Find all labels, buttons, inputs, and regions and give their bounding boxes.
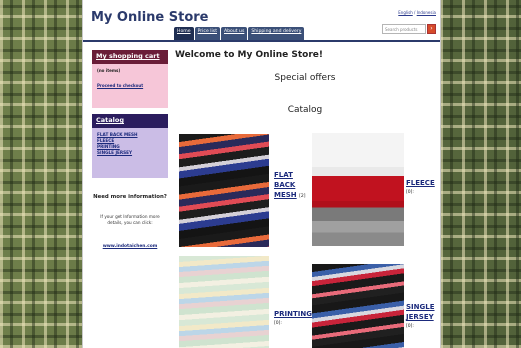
welcome-heading: Welcome to My Online Store!: [175, 50, 323, 60]
tab-home[interactable]: Home: [174, 27, 194, 40]
search-input[interactable]: Search products: [382, 24, 426, 34]
search-button[interactable]: ›: [427, 24, 436, 34]
tab-price-list[interactable]: Price list: [194, 27, 220, 40]
special-offers-heading: Special offers: [274, 73, 336, 83]
info-text: If your get Information more details, yo…: [100, 214, 160, 225]
tab-shipping[interactable]: Shipping and delivery: [248, 27, 305, 40]
store-title[interactable]: My Online Store: [91, 10, 209, 25]
shopping-cart-body: (no items) Proceed to checkout: [92, 64, 168, 108]
product-printing: PRINTING [0]:: [274, 309, 312, 329]
product-count: [0]:: [406, 190, 414, 195]
product-name-line[interactable]: PRINTING: [274, 309, 312, 319]
language-links: English / Indonesia: [398, 10, 436, 15]
product-count: [0]:: [406, 324, 414, 329]
catalog-item-flat-back-mesh[interactable]: FLAT BACK MESH: [97, 132, 163, 137]
product-name-line[interactable]: SINGLE: [406, 302, 435, 312]
lang-separator: /: [414, 10, 416, 15]
product-image-flat-back-mesh[interactable]: [179, 134, 269, 247]
product-single-jersey: SINGLE JERSEY [0]:: [406, 302, 435, 332]
search-icon: ›: [430, 25, 433, 32]
header-divider: [83, 40, 440, 42]
lang-english-link[interactable]: English: [398, 10, 412, 15]
main-nav: Home Price list About us Shipping and de…: [174, 27, 305, 40]
product-fleece: FLEECE [0]:: [406, 178, 435, 198]
store-page: My Online Store English / Indonesia Sear…: [82, 0, 441, 348]
product-image-printing[interactable]: [179, 256, 269, 348]
catalog-heading: Catalog: [287, 105, 323, 115]
product-image-single-jersey[interactable]: [312, 264, 404, 348]
product-count: [2]: [299, 194, 306, 199]
shopping-cart-title[interactable]: My shopping cart: [92, 50, 168, 64]
catalog-item-fleece[interactable]: FLEECE: [97, 138, 163, 143]
shopping-cart-box: My shopping cart (no items) Proceed to c…: [92, 50, 168, 108]
product-name-line[interactable]: FLAT: [274, 170, 305, 180]
info-website-link[interactable]: www.indotaichen.com: [92, 244, 168, 249]
catalog-item-single-jersey[interactable]: SINGLE JERSEY: [97, 150, 163, 155]
catalog-list: FLAT BACK MESH FLEECE PRINTING SINGLE JE…: [92, 128, 168, 178]
product-image-fleece[interactable]: [312, 133, 404, 246]
product-name-line[interactable]: JERSEY: [406, 312, 435, 322]
product-count: [0]:: [274, 321, 282, 326]
product-name-line[interactable]: FLEECE: [406, 178, 435, 188]
product-name-line[interactable]: BACK: [274, 180, 305, 190]
catalog-box-title[interactable]: Catalog: [92, 114, 168, 128]
catalog-box: Catalog FLAT BACK MESH FLEECE PRINTING S…: [92, 114, 168, 178]
tab-about-us[interactable]: About us: [221, 27, 248, 40]
catalog-item-printing[interactable]: PRINTING: [97, 144, 163, 149]
product-flat-back-mesh: FLAT BACK MESH [2]: [274, 170, 305, 202]
info-title: Need more information?: [93, 194, 167, 200]
proceed-to-checkout-link[interactable]: Proceed to checkout: [97, 83, 163, 88]
product-name-line[interactable]: MESH: [274, 191, 297, 199]
lang-indonesia-link[interactable]: Indonesia: [417, 10, 436, 15]
cart-status: (no items): [97, 68, 121, 73]
